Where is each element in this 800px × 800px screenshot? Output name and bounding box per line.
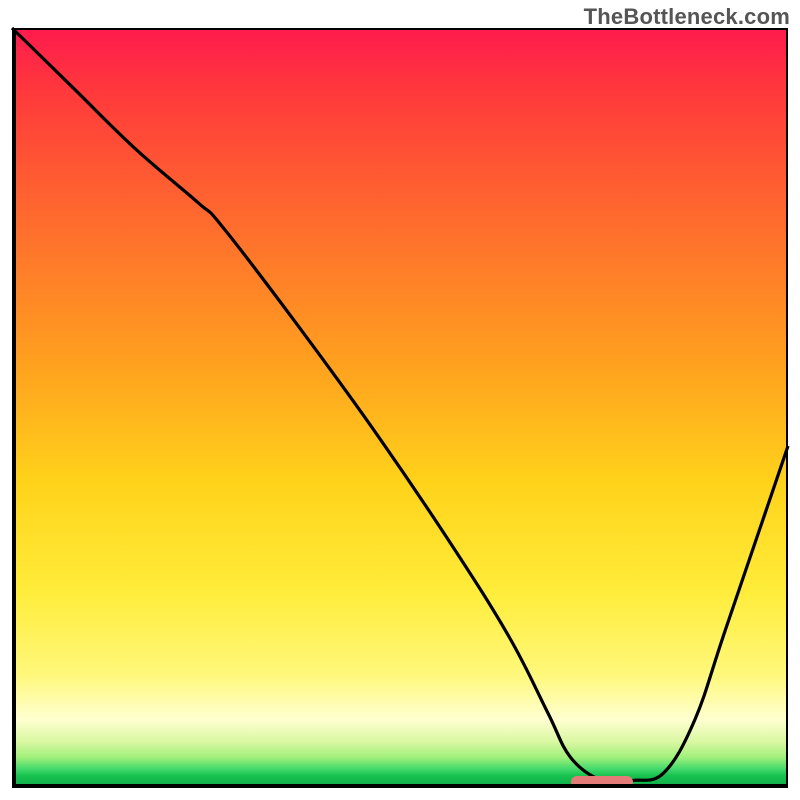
optimal-range-marker: [571, 776, 633, 788]
watermark-text: TheBottleneck.com: [584, 4, 790, 30]
curve-path: [12, 28, 788, 783]
bottleneck-curve: [12, 28, 788, 788]
chart-container: TheBottleneck.com: [0, 0, 800, 800]
